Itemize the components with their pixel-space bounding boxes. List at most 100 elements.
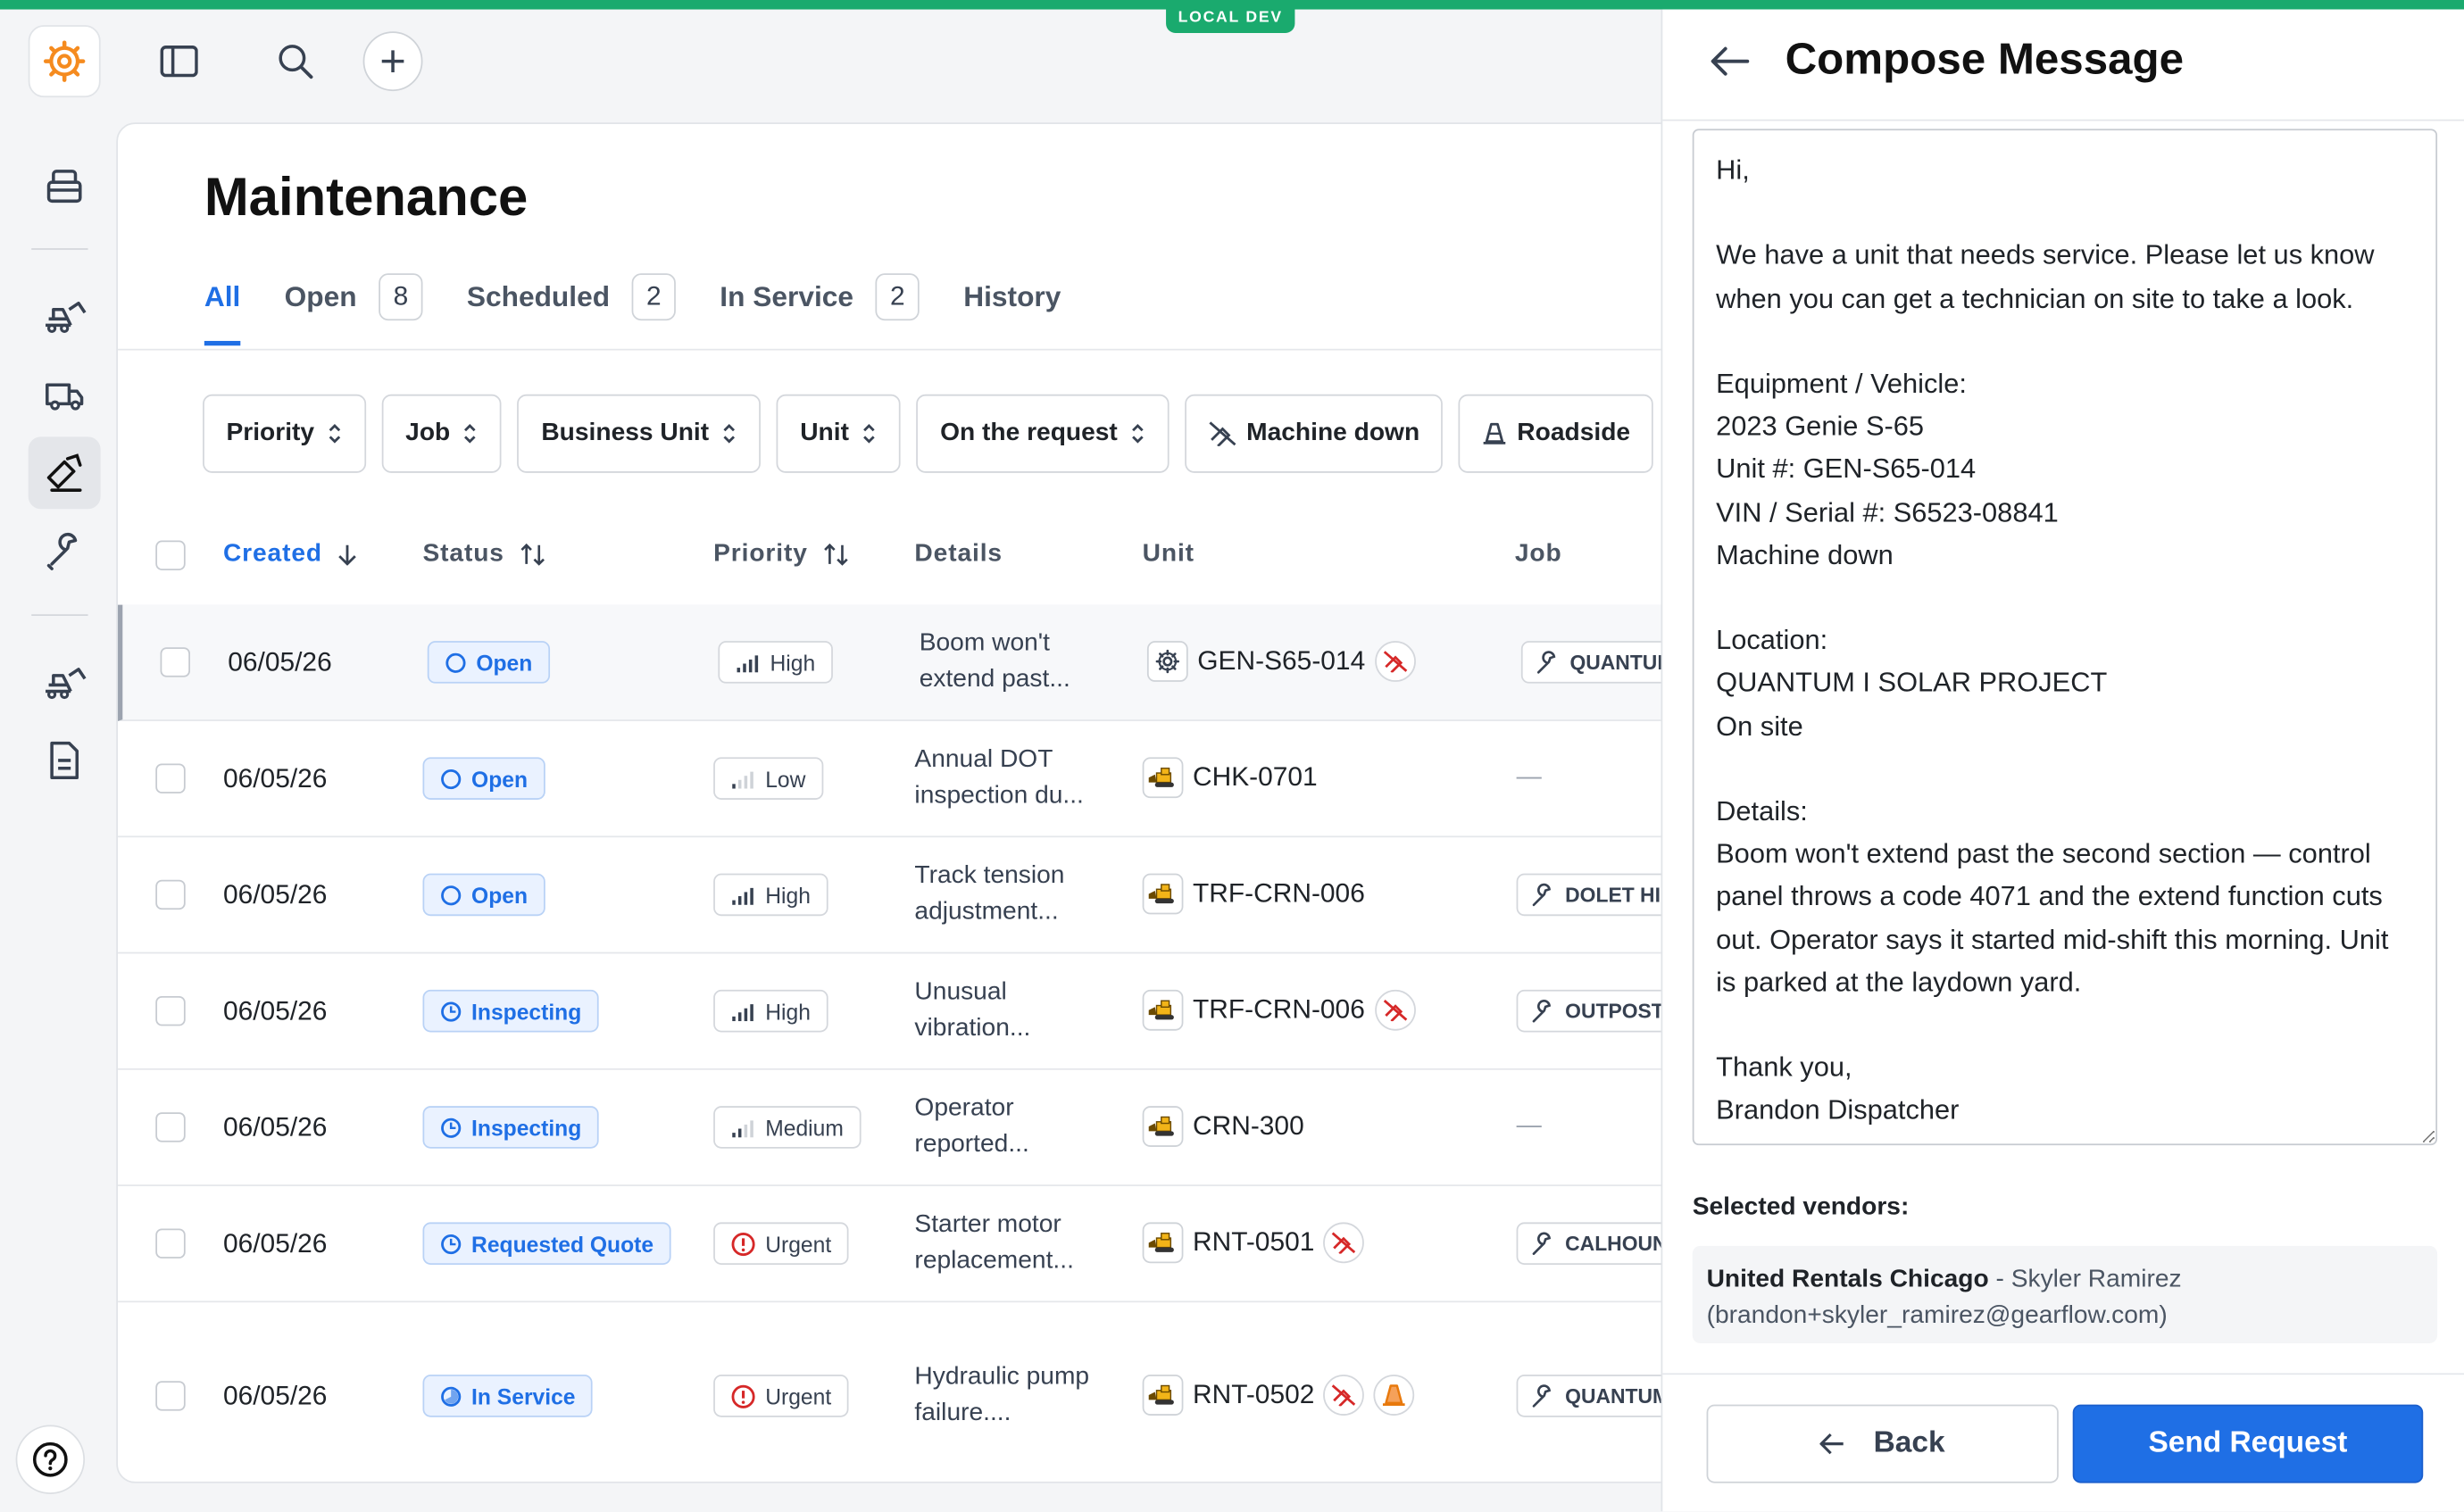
status-badge: Open — [422, 757, 545, 800]
nav-inventory[interactable] — [29, 149, 101, 221]
status-badge: Inspecting — [422, 989, 599, 1033]
table-row[interactable]: 06/05/26 Inspecting Medium Operator reporte… — [118, 1070, 1686, 1186]
machine-down-badge — [1323, 1375, 1365, 1416]
unit-cell[interactable]: GEN-S65-014 — [1146, 641, 1416, 682]
nav-fleet[interactable] — [29, 645, 101, 718]
row-checkbox[interactable] — [155, 1228, 186, 1259]
loader-icon — [1148, 1000, 1174, 1020]
unit-id: GEN-S65-014 — [1197, 645, 1366, 676]
col-label: Unit — [1142, 540, 1195, 568]
unit-cell[interactable]: RNT-0502 — [1142, 1375, 1416, 1416]
sidebar-toggle-icon — [160, 46, 198, 78]
filter-roadside[interactable]: Roadside — [1459, 394, 1654, 473]
send-request-button[interactable]: Send Request — [2072, 1404, 2424, 1483]
unit-type-badge — [1142, 1106, 1184, 1147]
unit-cell[interactable]: CRN-300 — [1142, 1106, 1304, 1147]
app-logo[interactable] — [28, 25, 101, 98]
col-label: Job — [1514, 540, 1562, 568]
table-row[interactable]: 06/05/26 Open Low Annual DOT inspection du.… — [118, 721, 1686, 838]
nav-equipment[interactable] — [29, 279, 101, 352]
details-text: Starter motor replacement... — [914, 1211, 1074, 1275]
gear-icon — [1155, 649, 1180, 674]
priority-cell: High — [713, 873, 828, 917]
table-row[interactable]: 06/05/26 Inspecting High Unusual vibration.… — [118, 953, 1686, 1070]
status-text: Open — [476, 649, 533, 676]
filter-machine-down[interactable]: Machine down — [1185, 394, 1444, 473]
job-badge[interactable]: DOLET HI — [1516, 873, 1675, 917]
select-all-checkbox[interactable] — [155, 540, 186, 570]
unit-cell[interactable]: TRF-CRN-006 — [1142, 873, 1365, 915]
signal-bars-icon — [732, 886, 753, 904]
status-open-icon — [445, 652, 466, 673]
wrench-icon — [1536, 650, 1556, 673]
col-created[interactable]: Created — [223, 541, 357, 569]
machine-down-badge — [1323, 1222, 1365, 1264]
status-open-icon — [441, 885, 462, 905]
col-details: Details — [914, 541, 1003, 569]
status-badge: Open — [427, 641, 550, 684]
nav-maintenance[interactable] — [28, 436, 101, 510]
table-row[interactable]: 06/05/26 In Service Urgent Hydraulic pump f… — [118, 1302, 1686, 1482]
job-empty: — — [1516, 1112, 1542, 1140]
row-checkbox[interactable] — [155, 879, 186, 910]
table-row[interactable]: 06/05/26 Requested Quote Urgent Starter mot… — [118, 1186, 1686, 1303]
add-button[interactable] — [362, 31, 423, 92]
filter-business-unit[interactable]: Business Unit — [517, 394, 762, 473]
col-priority[interactable]: Priority — [713, 541, 848, 569]
plus-icon — [381, 50, 404, 72]
wrench-icon — [1532, 882, 1552, 906]
filter-on-request[interactable]: On the request — [916, 394, 1170, 473]
status-cell: Requested Quote — [422, 1222, 671, 1265]
unit-cell[interactable]: CHK-0701 — [1142, 757, 1318, 799]
message-textarea[interactable]: Hi, We have a unit that needs service. P… — [1692, 129, 2438, 1146]
wrench-icon — [1532, 999, 1552, 1022]
tabs-divider — [118, 348, 1686, 351]
row-checkbox[interactable] — [160, 647, 190, 677]
job-badge[interactable]: OUTPOST — [1516, 989, 1678, 1033]
unit-cell[interactable]: RNT-0501 — [1142, 1222, 1365, 1264]
job-badge[interactable]: QUANTUM — [1516, 1375, 1684, 1417]
back-button[interactable]: Back — [1706, 1404, 2059, 1483]
inventory-icon — [46, 170, 82, 204]
row-checkbox[interactable] — [155, 763, 186, 793]
nav-documents[interactable] — [29, 724, 101, 796]
search-button[interactable] — [265, 31, 325, 91]
nav-parts[interactable] — [29, 515, 101, 587]
filter-priority[interactable]: Priority — [203, 394, 367, 473]
filter-label: Machine down — [1246, 419, 1420, 446]
close-compose-button[interactable] — [1707, 37, 1754, 85]
priority-cell: Urgent — [713, 1375, 849, 1417]
col-unit: Unit — [1143, 541, 1195, 569]
priority-badge: High — [713, 873, 828, 917]
details-text: Boom won't extend past... — [919, 629, 1070, 694]
tab-history[interactable]: History — [963, 273, 1061, 320]
details-text: Hydraulic pump failure.... — [914, 1363, 1090, 1427]
row-checkbox[interactable] — [155, 995, 186, 1026]
tab-label: All — [204, 280, 241, 312]
tab-in-service[interactable]: In Service 2 — [720, 273, 920, 321]
sidebar-toggle-button[interactable] — [149, 31, 209, 91]
row-checkbox[interactable] — [155, 1381, 186, 1411]
row-checkbox[interactable] — [155, 1112, 186, 1142]
tab-all[interactable]: All — [204, 273, 241, 346]
filter-unit[interactable]: Unit — [776, 394, 902, 473]
col-status[interactable]: Status — [422, 541, 545, 569]
rail-divider — [31, 248, 88, 250]
tab-scheduled[interactable]: Scheduled 2 — [467, 273, 676, 321]
help-button[interactable] — [15, 1425, 86, 1494]
rail-divider — [31, 614, 88, 616]
tab-open[interactable]: Open 8 — [285, 273, 423, 321]
job-name: CALHOUN — [1565, 1231, 1668, 1256]
table-row[interactable]: 06/05/26 Open High Track tension adjustment… — [118, 837, 1686, 954]
created-date: 06/05/26 — [222, 1228, 328, 1259]
sort-chevrons-icon — [723, 424, 736, 444]
vendor-card: United Rentals Chicago - Skyler Ramirez … — [1692, 1245, 2438, 1343]
filter-job[interactable]: Job — [381, 394, 503, 473]
job-badge[interactable]: CALHOUN — [1516, 1222, 1682, 1265]
unit-cell[interactable]: TRF-CRN-006 — [1142, 989, 1416, 1031]
excavator-icon — [46, 301, 87, 333]
gear-logo-icon — [43, 40, 86, 82]
nav-vehicles[interactable] — [29, 358, 101, 430]
job-name: OUTPOST — [1565, 999, 1664, 1023]
table-row[interactable]: 06/05/26 Open High Boom won't extend past..… — [118, 604, 1686, 721]
